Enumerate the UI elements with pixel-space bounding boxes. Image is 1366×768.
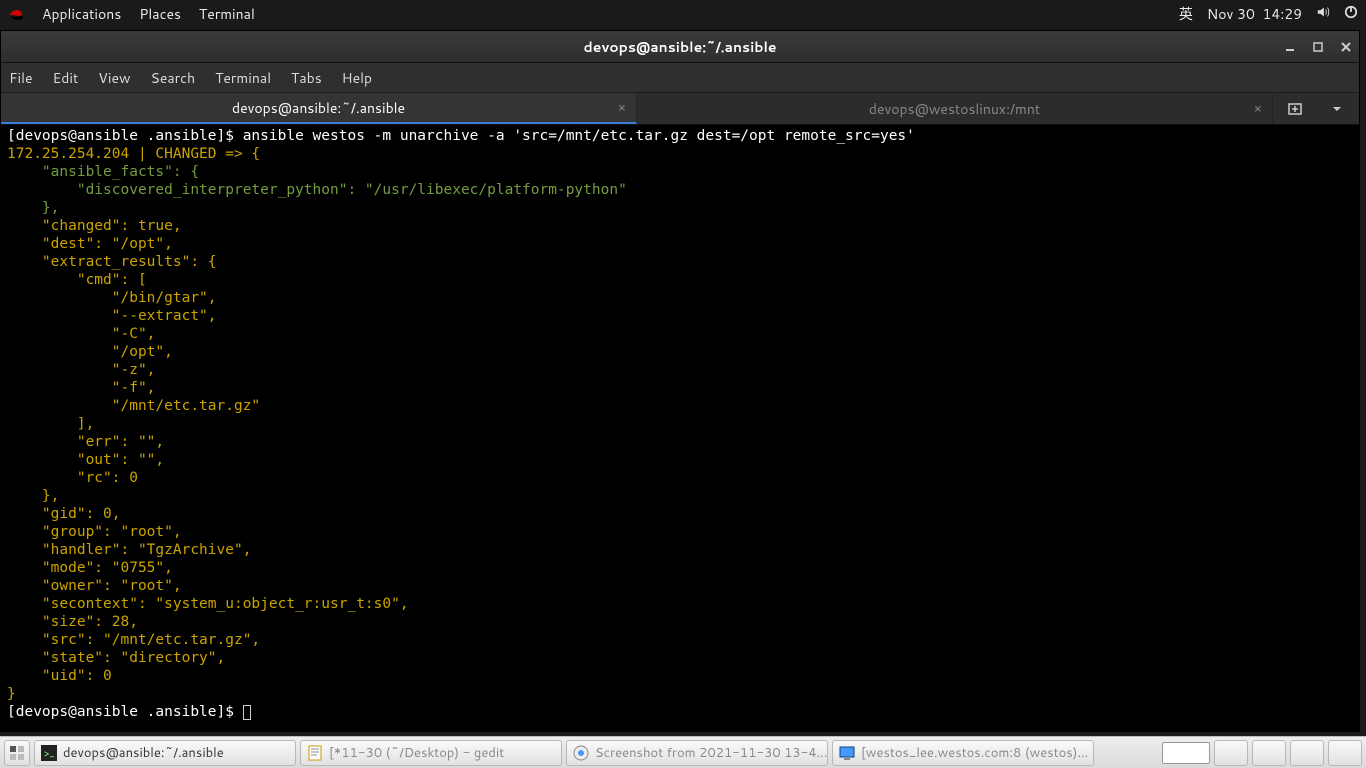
out-l8: "/bin/gtar", [7, 290, 217, 306]
task-vnc-label: [westos_lee.westos.com:8 (westos)… [861, 744, 1088, 762]
status-line: 172.25.254.204 | CHANGED => { [7, 146, 260, 162]
out-l4: "changed": true, [7, 218, 182, 234]
menu-tabs[interactable]: Tabs [291, 68, 322, 88]
prompt-1: [devops@ansible .ansible]$ [7, 128, 243, 144]
tab-2[interactable]: devops@westoslinux:/mnt × [637, 93, 1273, 124]
svg-text:>_: >_ [44, 747, 55, 761]
new-tab-icon[interactable] [1287, 101, 1303, 117]
out-l18: "rc": 0 [7, 470, 138, 486]
menu-terminal[interactable]: Terminal [199, 4, 255, 24]
tab-2-close-icon[interactable]: × [1254, 100, 1262, 118]
menu-search[interactable]: Search [151, 68, 196, 88]
menu-help[interactable]: Help [342, 68, 372, 88]
out-l6: "extract_results": { [7, 254, 217, 270]
power-icon[interactable] [1344, 4, 1358, 24]
out-l23: "mode": "0755", [7, 560, 173, 576]
out-l22: "handler": "TgzArchive", [7, 542, 251, 558]
terminal-output[interactable]: [devops@ansible .ansible]$ ansible westo… [1, 125, 1359, 731]
task-screenshot-label: Screenshot from 2021-11-30 13-4… [595, 744, 828, 762]
out-l5: "dest": "/opt", [7, 236, 173, 252]
out-l12: "-z", [7, 362, 155, 378]
task-terminal-label: devops@ansible:~/.ansible [63, 744, 224, 762]
window-titlebar[interactable]: devops@ansible:~/.ansible [1, 31, 1359, 63]
menu-file[interactable]: File [9, 68, 33, 88]
task-gedit-label: [*11-30 (~/Desktop) - gedit [329, 744, 504, 762]
close-button[interactable] [1339, 40, 1353, 54]
bottom-taskbar: >_ devops@ansible:~/.ansible [*11-30 (~/… [0, 736, 1366, 768]
out-l15: ], [7, 416, 94, 432]
out-l10: "-C", [7, 326, 155, 342]
out-l9: "--extract", [7, 308, 217, 324]
tab-1-close-icon[interactable]: × [618, 99, 626, 117]
task-terminal[interactable]: >_ devops@ansible:~/.ansible [34, 740, 296, 766]
gnome-top-panel: Applications Places Terminal 英 Nov 30 14… [0, 0, 1366, 28]
redhat-logo-icon [8, 6, 24, 22]
tab-2-label: devops@westoslinux:/mnt [869, 99, 1040, 119]
out-l28: "state": "directory", [7, 650, 225, 666]
command-text: ansible westos -m unarchive -a 'src=/mnt… [243, 128, 915, 144]
out-l3: }, [7, 200, 59, 216]
out-l24: "owner": "root", [7, 578, 182, 594]
out-l21: "group": "root", [7, 524, 182, 540]
out-l1: "ansible_facts": { [7, 164, 199, 180]
out-l19: }, [7, 488, 59, 504]
out-l16: "err": "", [7, 434, 164, 450]
menubar: File Edit View Search Terminal Tabs Help [1, 63, 1359, 93]
menu-terminal[interactable]: Terminal [215, 68, 271, 88]
task-vnc[interactable]: [westos_lee.westos.com:8 (westos)… [832, 740, 1094, 766]
clock-date[interactable]: Nov 30 14:29 [1207, 4, 1302, 24]
tab-bar: devops@ansible:~/.ansible × devops@westo… [1, 93, 1359, 125]
workspace-switcher-button[interactable] [4, 740, 30, 766]
out-l17: "out": "", [7, 452, 164, 468]
out-l13: "-f", [7, 380, 155, 396]
tray-button-1[interactable] [1214, 740, 1248, 766]
tray-button-4[interactable] [1328, 740, 1362, 766]
out-l27: "src": "/mnt/etc.tar.gz", [7, 632, 260, 648]
out-l7: "cmd": [ [7, 272, 147, 288]
out-l25: "secontext": "system_u:object_r:usr_t:s0… [7, 596, 409, 612]
menu-applications[interactable]: Applications [42, 4, 121, 24]
input-method-indicator[interactable]: 英 [1179, 4, 1193, 24]
out-l2: "discovered_interpreter_python": "/usr/l… [7, 182, 627, 198]
tray-empty-1[interactable] [1162, 742, 1210, 764]
menu-edit[interactable]: Edit [53, 68, 79, 88]
minimize-button[interactable] [1283, 40, 1297, 54]
out-l29: "uid": 0 [7, 668, 112, 684]
out-l30: } [7, 686, 16, 702]
tray-button-2[interactable] [1252, 740, 1286, 766]
menu-places[interactable]: Places [139, 4, 181, 24]
tray-button-3[interactable] [1290, 740, 1324, 766]
menu-view[interactable]: View [98, 68, 130, 88]
window-title: devops@ansible:~/.ansible [1, 37, 1359, 57]
out-l14: "/mnt/etc.tar.gz" [7, 398, 260, 414]
tab-1[interactable]: devops@ansible:~/.ansible × [1, 93, 637, 124]
maximize-button[interactable] [1311, 40, 1325, 54]
terminal-window: devops@ansible:~/.ansible File Edit View… [0, 30, 1360, 732]
task-gedit[interactable]: [*11-30 (~/Desktop) - gedit [300, 740, 562, 766]
tab-menu-chevron-icon[interactable] [1331, 103, 1343, 115]
task-screenshot[interactable]: Screenshot from 2021-11-30 13-4… [566, 740, 828, 766]
prompt-2: [devops@ansible .ansible]$ [7, 704, 243, 720]
tab-1-label: devops@ansible:~/.ansible [232, 98, 405, 118]
out-l26: "size": 28, [7, 614, 138, 630]
volume-icon[interactable] [1316, 4, 1330, 24]
out-l20: "gid": 0, [7, 506, 121, 522]
cursor-icon [243, 705, 251, 720]
out-l11: "/opt", [7, 344, 173, 360]
